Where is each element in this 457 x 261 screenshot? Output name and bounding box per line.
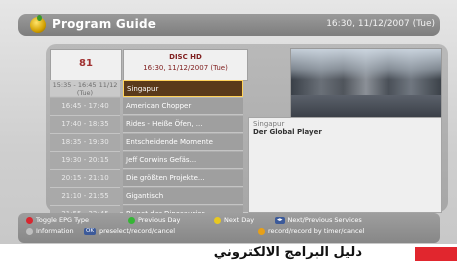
program-title[interactable]: Jeff Corwins Gefäs... xyxy=(123,152,243,169)
page-title: Program Guide xyxy=(52,17,157,31)
channel-header: DISC HD 16:30, 11/12/2007 (Tue) xyxy=(123,49,248,81)
channel-name: DISC HD xyxy=(169,53,202,61)
program-info-panel: Singapur Der Global Player xyxy=(248,117,442,213)
program-title[interactable]: Entscheidende Momente xyxy=(123,134,243,151)
program-title[interactable]: Gigantisch xyxy=(123,188,243,205)
info-title: Singapur xyxy=(253,120,285,128)
legend-record: record/record by timer/cancel xyxy=(258,227,364,235)
legend-next-day-label: Next Day xyxy=(224,216,255,224)
program-row[interactable]: 19:30 - 20:15 Jeff Corwins Gefäs... xyxy=(50,152,246,170)
legend-prev-day: Previous Day xyxy=(128,216,180,224)
program-time: 18:35 - 19:30 xyxy=(50,134,120,152)
program-row[interactable]: 16:45 - 17:40 American Chopper xyxy=(50,98,246,116)
program-title[interactable]: Rides - Heiße Öfen, ... xyxy=(123,116,243,133)
program-row[interactable]: 18:35 - 19:30 Entscheidende Momente xyxy=(50,134,246,152)
program-time: 21:10 - 21:55 xyxy=(50,188,120,206)
page-keys-icon: ◂▸ xyxy=(275,216,285,224)
program-time: 19:30 - 20:15 xyxy=(50,152,120,170)
header-datetime: 16:30, 11/12/2007 (Tue) xyxy=(326,19,435,29)
channel-number: 81 xyxy=(79,58,93,69)
yellow-button-icon xyxy=(214,216,221,224)
caption-red-block xyxy=(415,247,457,261)
legend-preselect-label: preselect/record/cancel xyxy=(98,227,176,235)
legend-record-label: record/record by timer/cancel xyxy=(268,227,365,235)
channel-number-box: 81 xyxy=(50,49,122,81)
red-button-icon xyxy=(26,216,33,224)
program-row[interactable]: 17:40 - 18:35 Rides - Heiße Öfen, ... xyxy=(50,116,246,134)
logo-icon xyxy=(30,15,46,33)
info-subtitle: Der Global Player xyxy=(253,128,322,136)
program-title[interactable]: American Chopper xyxy=(123,98,243,115)
legend-services: ◂▸ Next/Previous Services xyxy=(275,216,362,224)
caption-text: دليل البرامج الالكتروني xyxy=(213,245,362,260)
program-time: 17:40 - 18:35 xyxy=(50,116,120,134)
record-button-icon xyxy=(258,227,265,235)
legend-next-day: Next Day xyxy=(214,216,254,224)
legend-information-label: Information xyxy=(36,227,74,235)
program-row[interactable]: 21:10 - 21:55 Gigantisch xyxy=(50,188,246,206)
program-time: 20:15 - 21:10 xyxy=(50,170,120,188)
green-button-icon xyxy=(128,216,135,224)
program-time: 16:45 - 17:40 xyxy=(50,98,120,116)
program-title[interactable]: Die größten Projekte... xyxy=(123,170,243,187)
legend-toggle-label: Toggle EPG Type xyxy=(36,216,90,224)
legend-information: Information xyxy=(26,227,74,235)
tv-screen: Program Guide 16:30, 11/12/2007 (Tue) 81… xyxy=(0,0,457,244)
program-row[interactable]: 15:35 - 16:45 11/12 (Tue) Singapur xyxy=(50,80,246,98)
video-preview xyxy=(290,48,442,118)
legend-toggle: Toggle EPG Type xyxy=(26,216,89,224)
info-button-icon xyxy=(26,227,33,235)
program-row[interactable]: 20:15 - 21:10 Die größten Projekte... xyxy=(50,170,246,188)
ok-button-icon: OK xyxy=(84,227,96,235)
program-time: 15:35 - 16:45 11/12 (Tue) xyxy=(50,80,120,97)
channel-datetime: 16:30, 11/12/2007 (Tue) xyxy=(143,64,228,72)
legend-preselect: OK preselect/record/cancel xyxy=(84,227,175,235)
program-title[interactable]: Singapur xyxy=(123,80,243,97)
legend-prev-day-label: Previous Day xyxy=(138,216,181,224)
legend-services-label: Next/Previous Services xyxy=(287,216,362,224)
